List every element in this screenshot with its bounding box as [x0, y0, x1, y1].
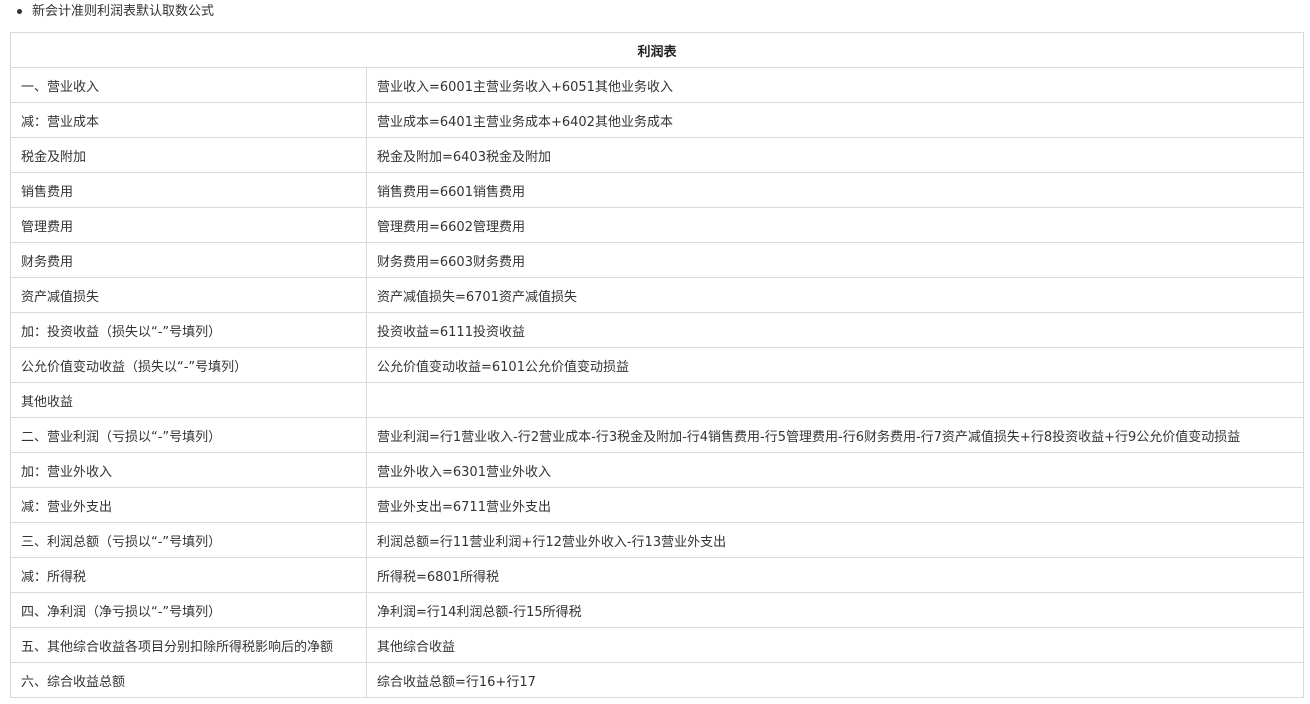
profit-statement-table: 利润表 一、营业收入 营业收入=6001主营业务收入+6051其他业务收入 减：营业… [9, 32, 1305, 698]
row-formula-cell: 税金及附加=6403税金及附加 [365, 137, 1305, 173]
row-formula-cell: 投资收益=6111投资收益 [365, 312, 1305, 348]
row-item-cell: 三、利润总额（亏损以“-”号填列） [10, 522, 367, 558]
row-formula-cell: 销售费用=6601销售费用 [365, 172, 1305, 208]
table-row: 三、利润总额（亏损以“-”号填列） 利润总额=行11营业利润+行12营业外收入-行… [10, 522, 1305, 558]
intro-bullet: 新会计准则利润表默认取数公式 [17, 2, 215, 22]
row-item-cell: 管理费用 [10, 207, 367, 243]
row-item-cell: 公允价值变动收益（损失以“-”号填列） [10, 347, 367, 383]
row-formula-cell: 其他综合收益 [365, 627, 1305, 663]
row-item-cell: 加：投资收益（损失以“-”号填列） [10, 312, 367, 348]
row-formula-cell: 综合收益总额=行16+行17 [365, 662, 1305, 698]
row-formula-cell: 营业利润=行1营业收入-行2营业成本-行3税金及附加-行4销售费用-行5管理费用… [365, 417, 1305, 453]
table-row: 加：营业外收入 营业外收入=6301营业外收入 [10, 452, 1305, 488]
row-item-cell: 资产减值损失 [10, 277, 367, 313]
row-item-cell: 加：营业外收入 [10, 452, 367, 488]
row-item-cell: 销售费用 [10, 172, 367, 208]
row-item-cell: 财务费用 [10, 242, 367, 278]
row-item-cell: 税金及附加 [10, 137, 367, 173]
intro-bullet-text: 新会计准则利润表默认取数公式 [32, 4, 215, 19]
row-item-cell: 六、综合收益总额 [10, 662, 367, 698]
table-row: 财务费用 财务费用=6603财务费用 [10, 242, 1305, 278]
table-row: 四、净利润（净亏损以“-”号填列） 净利润=行14利润总额-行15所得税 [10, 592, 1305, 628]
row-formula-cell: 营业外支出=6711营业外支出 [365, 487, 1305, 523]
table-body: 一、营业收入 营业收入=6001主营业务收入+6051其他业务收入 减：营业成本 营业… [10, 67, 1305, 698]
row-formula-cell [365, 382, 1305, 418]
table-row: 一、营业收入 营业收入=6001主营业务收入+6051其他业务收入 [10, 67, 1305, 103]
table-row: 减：营业成本 营业成本=6401主营业务成本+6402其他业务成本 [10, 102, 1305, 138]
row-item-cell: 二、营业利润（亏损以“-”号填列） [10, 417, 367, 453]
row-formula-cell: 财务费用=6603财务费用 [365, 242, 1305, 278]
row-formula-cell: 公允价值变动收益=6101公允价值变动损益 [365, 347, 1305, 383]
row-item-cell: 四、净利润（净亏损以“-”号填列） [10, 592, 367, 628]
row-formula-cell: 净利润=行14利润总额-行15所得税 [365, 592, 1305, 628]
row-formula-cell: 利润总额=行11营业利润+行12营业外收入-行13营业外支出 [365, 522, 1305, 558]
row-item-cell: 减：营业成本 [10, 102, 367, 138]
table-row: 销售费用 销售费用=6601销售费用 [10, 172, 1305, 208]
table-row: 五、其他综合收益各项目分别扣除所得税影响后的净额 其他综合收益 [10, 627, 1305, 663]
row-item-cell: 减：所得税 [10, 557, 367, 593]
table-row: 管理费用 管理费用=6602管理费用 [10, 207, 1305, 243]
row-formula-cell: 资产减值损失=6701资产减值损失 [365, 277, 1305, 313]
table-row: 公允价值变动收益（损失以“-”号填列） 公允价值变动收益=6101公允价值变动损益 [10, 347, 1305, 383]
table-row: 资产减值损失 资产减值损失=6701资产减值损失 [10, 277, 1305, 313]
table-row: 减：所得税 所得税=6801所得税 [10, 557, 1305, 593]
table-row: 税金及附加 税金及附加=6403税金及附加 [10, 137, 1305, 173]
table-row: 加：投资收益（损失以“-”号填列） 投资收益=6111投资收益 [10, 312, 1305, 348]
row-formula-cell: 所得税=6801所得税 [365, 557, 1305, 593]
row-item-cell: 其他收益 [10, 382, 367, 418]
table-title: 利润表 [9, 32, 1305, 68]
table-row: 其他收益 [10, 382, 1305, 418]
row-formula-cell: 营业外收入=6301营业外收入 [365, 452, 1305, 488]
table-row: 二、营业利润（亏损以“-”号填列） 营业利润=行1营业收入-行2营业成本-行3税金… [10, 417, 1305, 453]
row-formula-cell: 营业收入=6001主营业务收入+6051其他业务收入 [365, 67, 1305, 103]
row-formula-cell: 营业成本=6401主营业务成本+6402其他业务成本 [365, 102, 1305, 138]
table-row: 六、综合收益总额 综合收益总额=行16+行17 [10, 662, 1305, 698]
page: 新会计准则利润表默认取数公式 利润表 一、营业收入 营业收入=6001主营业务收入… [0, 0, 1310, 704]
row-formula-cell: 管理费用=6602管理费用 [365, 207, 1305, 243]
row-item-cell: 一、营业收入 [10, 67, 367, 103]
bullet-dot-icon [17, 9, 22, 14]
row-item-cell: 减：营业外支出 [10, 487, 367, 523]
row-item-cell: 五、其他综合收益各项目分别扣除所得税影响后的净额 [10, 627, 367, 663]
table-header-row: 利润表 [9, 32, 1305, 68]
table-row: 减：营业外支出 营业外支出=6711营业外支出 [10, 487, 1305, 523]
